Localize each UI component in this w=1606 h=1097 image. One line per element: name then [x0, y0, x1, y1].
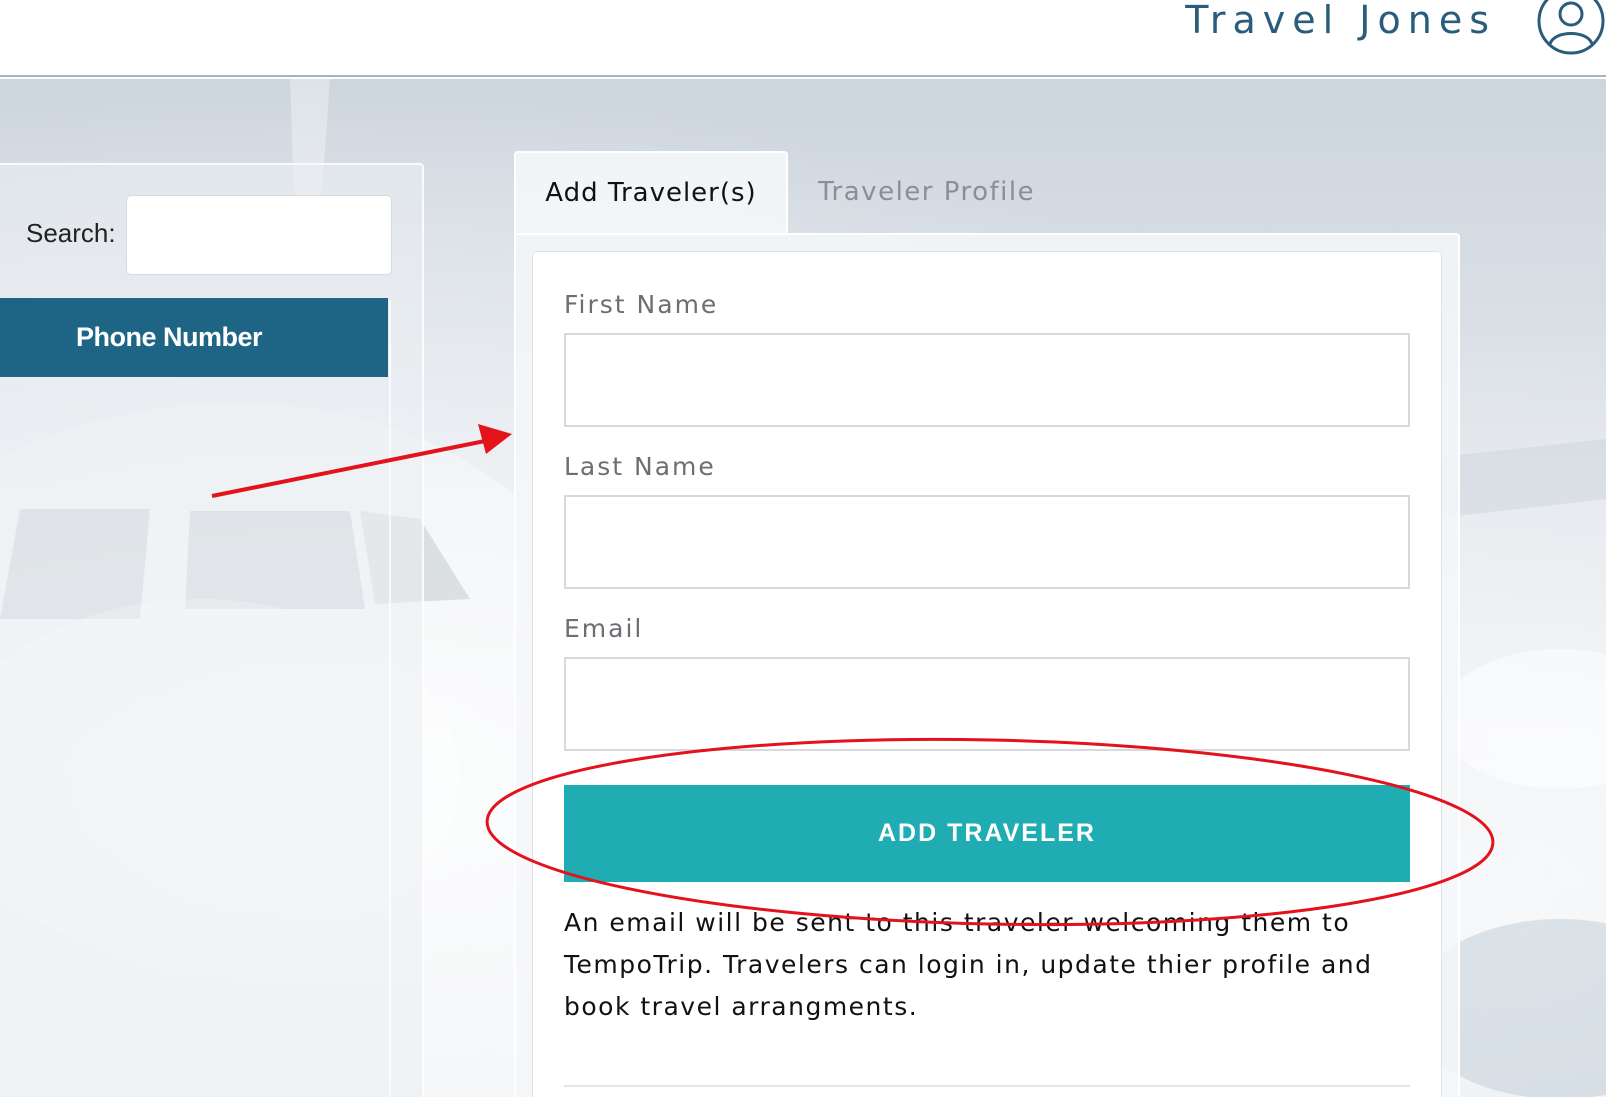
add-traveler-button[interactable]: ADD TRAVELER	[564, 785, 1410, 882]
column-header-phone-number[interactable]: Phone Number	[0, 298, 388, 377]
welcome-email-note: An email will be sent to this traveler w…	[564, 908, 1373, 1021]
brand-name: Travel Jones	[1185, 0, 1496, 42]
panel-divider	[389, 300, 391, 1097]
column-header-label: Phone Number	[75, 322, 263, 352]
first-name-label: First Name	[564, 290, 719, 319]
email-input[interactable]	[564, 657, 1410, 751]
email-label: Email	[564, 614, 644, 643]
tab-add-travelers[interactable]: Add Traveler(s)	[514, 151, 788, 233]
first-name-input[interactable]	[564, 333, 1410, 427]
top-header: Travel Jones	[0, 0, 1606, 77]
tab-traveler-profile[interactable]: Traveler Profile	[818, 151, 1068, 233]
search-input[interactable]	[126, 195, 392, 275]
last-name-input[interactable]	[564, 495, 1410, 589]
search-label: Search:	[26, 218, 116, 248]
user-icon[interactable]	[1536, 0, 1606, 56]
form-divider	[564, 1085, 1410, 1087]
page: Travel Jones Search: Phone Number Add Tr…	[0, 0, 1606, 1097]
last-name-label: Last Name	[564, 452, 716, 481]
